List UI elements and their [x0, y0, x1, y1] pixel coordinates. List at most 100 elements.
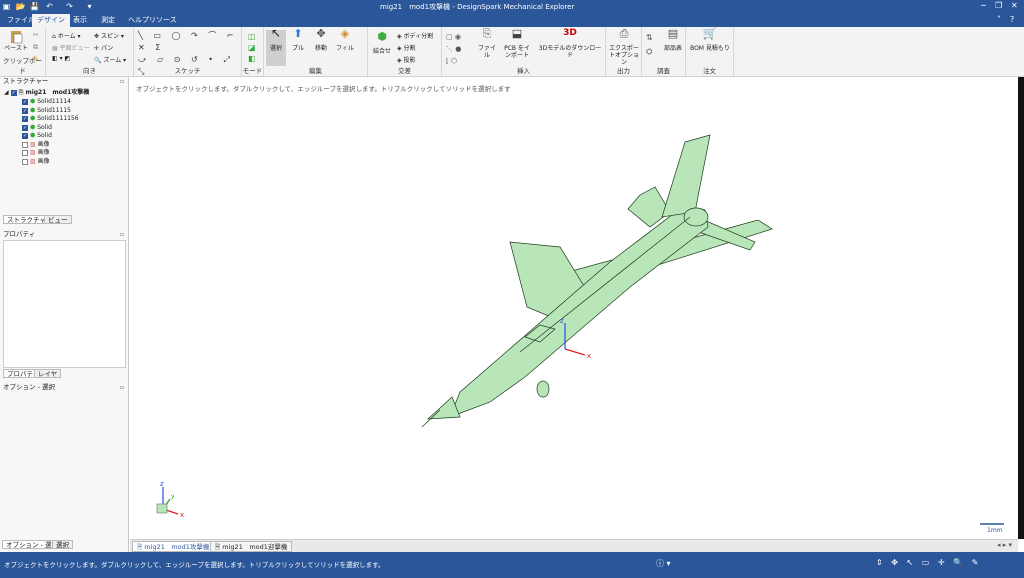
fill-button[interactable]: ◈ フィル: [334, 27, 356, 52]
tree-item-checkbox[interactable]: [22, 141, 28, 148]
tab-view-panel[interactable]: ビュー: [44, 215, 72, 224]
tree-item-checkbox[interactable]: ✓: [22, 99, 28, 105]
export-icon: ⎙: [619, 27, 629, 40]
pcb-icon: ⬓: [511, 27, 523, 40]
group-clipboard: ペースト ✂ ⧉ ✎ クリップボード: [0, 27, 46, 77]
tree-item-label: 画像: [37, 149, 50, 156]
fill-icon: ◈: [340, 27, 350, 40]
insert-file-icon: ⎘: [482, 27, 492, 40]
copy-icon[interactable]: ⧉: [33, 43, 41, 51]
tree-item[interactable]: ▨ 画像: [22, 149, 50, 157]
investigate-small-tools[interactable]: ⇅ ⛭: [646, 31, 653, 59]
split-button[interactable]: ◈ 分割: [397, 43, 416, 52]
tree-item[interactable]: ✓ ⬢ Solid: [22, 124, 52, 132]
tree-item-checkbox[interactable]: ✓: [22, 124, 28, 131]
doc-tab-interceptor[interactable]: 🗎 mig21 mod1迎撃機: [210, 541, 293, 552]
solid-icon: ⬢: [30, 115, 36, 122]
viewport-3d[interactable]: オブジェクトをクリックします。ダブルクリックして、エッジループを選択します。トリ…: [130, 77, 1018, 539]
tree-item[interactable]: ▨ 画像: [22, 141, 50, 149]
tree-item[interactable]: ✓ ⬢ Solid: [22, 132, 52, 140]
pin-icon[interactable]: ▫: [120, 383, 124, 392]
tree-item-checkbox[interactable]: ✓: [22, 133, 28, 139]
group-edit: ↖ 選択 ⬆ プル ✥ 移動 ◈ フィル 編集: [264, 27, 368, 77]
select-arrow-icon: ↖: [270, 26, 282, 40]
app-icon[interactable]: ▣: [2, 2, 11, 11]
tree-item-checkbox[interactable]: [22, 158, 28, 165]
insert-file-button[interactable]: ⎘ ファイル: [476, 27, 498, 59]
info-icon[interactable]: ⓘ ▾: [656, 558, 671, 569]
group-label-orient: 向き: [83, 67, 96, 75]
redo-icon[interactable]: ↷: [65, 2, 74, 11]
image-icon: ▨: [30, 140, 36, 148]
tab-measure[interactable]: 測定: [96, 14, 120, 27]
collapse-ribbon-icon[interactable]: ˄: [997, 15, 1001, 24]
tree-item-label: Solid: [37, 132, 52, 139]
solid-icon: ⬢: [30, 98, 36, 105]
tree-item-checkbox[interactable]: ✓: [22, 107, 28, 114]
solid-icon: ⬢: [30, 123, 36, 131]
restore-icon[interactable]: ❐: [995, 1, 1002, 10]
tree-root-checkbox[interactable]: ✓: [10, 90, 17, 96]
tab-select[interactable]: 選択: [52, 540, 73, 549]
cut-icon[interactable]: ✂: [33, 31, 41, 39]
expand-icon[interactable]: ◢: [4, 89, 9, 97]
tree-item[interactable]: ▨ 画像: [22, 158, 50, 166]
tree-item-checkbox[interactable]: [22, 150, 28, 156]
pin-icon[interactable]: ▫: [120, 77, 124, 86]
parts-table-icon: ▤: [667, 27, 679, 40]
tree-root[interactable]: ◢ ✓ 🗎 mig21 mod1攻撃機: [4, 89, 89, 97]
right-edge-strip: [1018, 77, 1024, 539]
export-options-button[interactable]: ⎙ エクスポートオプション: [608, 27, 640, 66]
pan-button[interactable]: ✛ パン: [94, 43, 113, 52]
tab-help-resources[interactable]: ヘルプリソース: [123, 14, 182, 27]
group-output: ⎙ エクスポートオプション 出力: [606, 27, 642, 77]
tree-item[interactable]: ✓ ⬢ Solid11115: [22, 107, 71, 115]
status-bar: オブジェクトをクリックします。ダブルクリックして、エッジループを選択します。トリ…: [0, 552, 1024, 578]
tab-layers[interactable]: レイヤ: [34, 369, 62, 378]
status-tools[interactable]: ⇕ ✥ ↖ ▭ ✛ 🔍 ✎: [876, 558, 981, 567]
svg-text:z: z: [160, 480, 164, 488]
split-body-button[interactable]: ◈ ボディ分割: [397, 31, 433, 40]
undo-icon[interactable]: ↶: [45, 2, 54, 11]
tab-design[interactable]: デザイン: [32, 14, 70, 27]
project-button[interactable]: ◈ 投影: [397, 55, 416, 64]
plane-view-button[interactable]: ▦ 平面ビュー: [52, 43, 90, 52]
download-3d-button[interactable]: 3D 3Dモデルのダウンロード: [538, 28, 602, 60]
group-label-mode: モード: [242, 67, 263, 75]
view-cube-button[interactable]: ◧ ▾ ◩: [52, 55, 70, 62]
group-label-insert: 挿入: [517, 67, 530, 75]
group-label-clipboard: クリップボード: [3, 57, 42, 75]
parts-table-button[interactable]: ▤ 部品表: [662, 27, 684, 52]
import-pcb-label: PCB をインポート: [504, 45, 530, 59]
move-button[interactable]: ✥ 移動: [310, 27, 332, 52]
tab-view[interactable]: 表示: [68, 14, 92, 27]
zoom-button[interactable]: 🔍 ズーム ▾: [94, 55, 126, 64]
customize-icon[interactable]: ▾: [85, 2, 94, 11]
help-icon[interactable]: ?: [1010, 15, 1014, 24]
paste-button[interactable]: ペースト: [4, 30, 28, 52]
tree-item[interactable]: ✓ ⬢ Solid11114: [22, 98, 71, 106]
pin-icon[interactable]: ▫: [120, 230, 124, 239]
move-icon: ✥: [316, 27, 326, 40]
axis-label-z: z: [560, 317, 564, 325]
tree-item-checkbox[interactable]: ✓: [22, 116, 28, 122]
home-button[interactable]: ⌂ ホーム ▾: [52, 31, 80, 40]
minimize-icon[interactable]: ─: [981, 1, 986, 10]
tree-item-label: Solid1111156: [37, 115, 79, 122]
import-pcb-button[interactable]: ⬓ PCB をインポート: [502, 27, 532, 59]
combine-button[interactable]: ⬢ 結合せ: [370, 31, 394, 55]
model-canvas[interactable]: z x z x y 1mm: [130, 77, 1018, 539]
pull-button[interactable]: ⬆ プル: [288, 28, 308, 52]
3d-logo-icon: 3D: [563, 28, 577, 38]
mode-icons[interactable]: ◫ ◪ ◧: [248, 31, 256, 64]
tree-item[interactable]: ✓ ⬢ Solid1111156: [22, 115, 79, 123]
bom-quote-button[interactable]: 🛒 BOM 見積もり: [688, 27, 732, 52]
spin-button[interactable]: ✥ スピン ▾: [94, 31, 124, 40]
doc-tab-attack[interactable]: 🗎 mig21 mod1攻撃機 ✕: [132, 541, 222, 552]
save-icon[interactable]: 💾: [30, 2, 40, 11]
open-icon[interactable]: 📂: [16, 2, 26, 11]
select-button[interactable]: ↖ 選択: [266, 26, 286, 66]
insert-small-tools[interactable]: ▢ ◉ ⋱ ● ⌊ ⬡: [446, 31, 461, 67]
tab-scroll-icon[interactable]: ◂ ▸ ▾: [997, 541, 1012, 549]
close-icon[interactable]: ✕: [1011, 1, 1018, 10]
